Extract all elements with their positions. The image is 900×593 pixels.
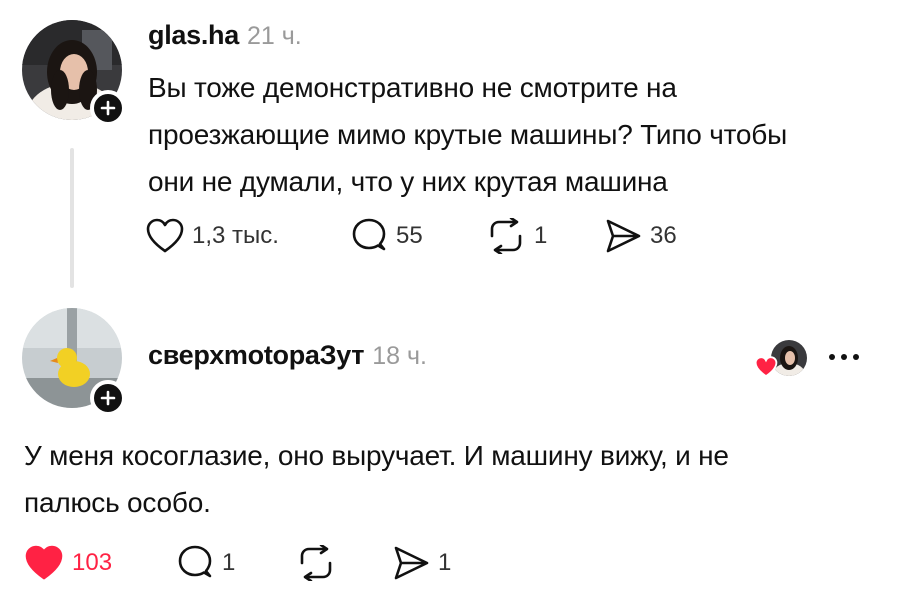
reply-share-count: 1 [438,549,452,576]
plus-icon [100,100,116,116]
more-icon [841,354,847,360]
post-share-count: 36 [650,222,677,249]
reply-text: У меня косоглазие, оно выручает. И машин… [24,432,729,526]
reply-like-count: 103 [72,549,113,576]
thread-line [70,148,74,288]
more-icon [853,354,859,360]
heart-icon [146,218,184,253]
follow-plus-badge[interactable] [90,90,126,126]
post-comment-count: 55 [396,222,423,249]
heart-icon [25,545,63,580]
author-liked-heart-icon [754,356,778,378]
post-text-line: проезжающие мимо крутые машины? Типо что… [148,119,788,150]
repost-icon [300,545,332,581]
share-icon [606,219,641,253]
post-text: Вы тоже демонстративно не смотрите на пр… [148,64,787,205]
reply-repost-button[interactable] [296,545,336,581]
post-repost-button[interactable]: 1 [486,218,547,254]
reply-text-line: палюсь особо. [24,487,211,518]
reply-username[interactable]: сверхmotораЗут [148,340,365,371]
post-text-line: они не думали, что у них крутая машина [148,166,668,197]
reply-share-button[interactable]: 1 [392,545,451,581]
reply-comment-button[interactable]: 1 [176,545,235,581]
share-icon [394,546,429,580]
post-username[interactable]: glas.ha [148,20,239,51]
post-share-button[interactable]: 36 [604,218,677,254]
post-like-button[interactable]: 1,3 тыс. [146,218,279,254]
follow-plus-badge[interactable] [90,380,126,416]
reply-text-line: У меня косоглазие, оно выручает. И машин… [24,440,729,471]
reply-timestamp: 18 ч. [372,342,427,370]
reply-header: сверхmotораЗут 18 ч. [148,340,427,371]
reply-like-button[interactable]: 103 [24,545,112,581]
plus-icon [100,390,116,406]
reply-comment-count: 1 [222,549,236,576]
post-repost-count: 1 [534,222,548,249]
repost-icon [490,218,522,254]
more-options-button[interactable] [829,354,859,360]
comment-icon [352,218,386,251]
comment-icon [178,545,212,578]
post-like-count: 1,3 тыс. [192,222,279,249]
post-header: glas.ha 21 ч. [148,20,302,51]
post-comment-button[interactable]: 55 [350,218,423,254]
more-icon [829,354,835,360]
post-timestamp: 21 ч. [246,22,302,50]
post-text-line: Вы тоже демонстративно не смотрите на [148,72,677,103]
